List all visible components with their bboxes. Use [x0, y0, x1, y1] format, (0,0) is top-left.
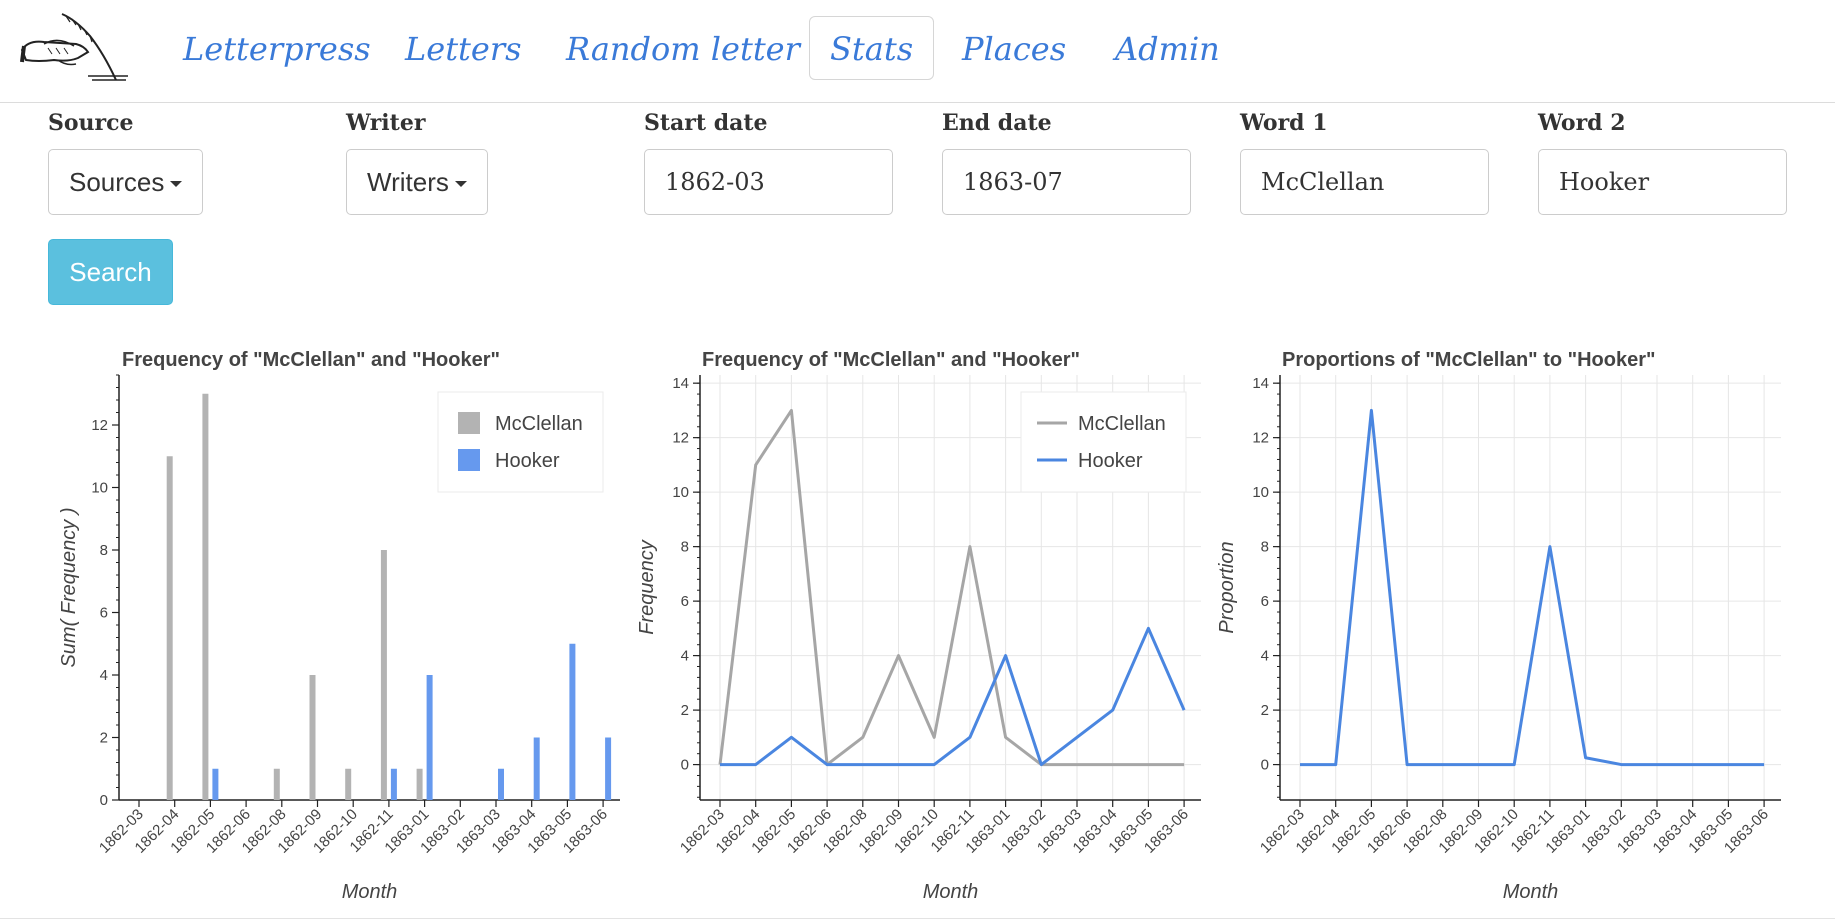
chart-title: Frequency of "McClellan" and "Hooker"	[122, 349, 500, 371]
source-dropdown-value: Sources	[69, 167, 165, 197]
bar-mcclellan	[202, 393, 209, 800]
y-tick-label: 8	[681, 539, 689, 556]
start-date-input[interactable]	[644, 149, 893, 215]
y-axis-label: Frequency	[636, 539, 658, 634]
word2-label: Word 2	[1538, 110, 1626, 136]
bar-chart-frequency: Frequency of "McClellan" and "Hooker" 0 2 4…	[58, 349, 620, 903]
source-dropdown[interactable]: Sources	[48, 149, 204, 215]
bar-hooker	[569, 643, 576, 800]
nav-item-places[interactable]: Places	[941, 16, 1087, 80]
line-chart-proportion: Proportions of "McClellan" to "Hooker" 0 2…	[1216, 349, 1781, 903]
y-tick-label: 12	[672, 430, 689, 447]
nav-item-letterpress[interactable]: Letterpress	[162, 16, 392, 80]
hand-writing-quill-icon[interactable]	[18, 10, 130, 86]
writer-label: Writer	[346, 110, 426, 136]
writer-dropdown[interactable]: Writers	[346, 149, 488, 215]
nav-item-random-letter[interactable]: Random letter	[545, 16, 821, 80]
y-tick-label: 6	[100, 605, 108, 622]
nav-item-stats[interactable]: Stats	[809, 16, 935, 80]
y-tick-label: 0	[1261, 757, 1269, 774]
y-tick-label: 6	[1261, 593, 1269, 610]
bar-hooker	[533, 737, 540, 800]
bar-hooker	[605, 737, 612, 800]
word1-input[interactable]	[1240, 149, 1489, 215]
y-tick-label: 12	[91, 417, 108, 434]
source-label: Source	[48, 110, 134, 136]
y-tick-label: 8	[100, 542, 108, 559]
y-tick-label: 10	[91, 480, 108, 497]
start-date-label: Start date	[644, 110, 768, 136]
y-tick-label: 2	[1261, 702, 1269, 719]
end-date-input[interactable]	[942, 149, 1191, 215]
bar-mcclellan	[166, 456, 173, 800]
y-tick-label: 4	[100, 667, 108, 684]
bottom-divider	[0, 918, 1835, 919]
search-button[interactable]: Search	[48, 239, 173, 305]
legend-entry: McClellan	[495, 413, 583, 435]
end-date-label: End date	[942, 110, 1052, 136]
bar-mcclellan	[345, 768, 352, 800]
legend-entry: Hooker	[495, 450, 560, 472]
y-tick-label: 12	[1252, 430, 1269, 447]
line-proportion	[1300, 408, 1765, 767]
legend-swatch	[458, 412, 480, 434]
nav-item-letters[interactable]: Letters	[384, 16, 543, 80]
y-tick-label: 4	[1261, 648, 1269, 665]
caret-down-icon	[454, 181, 467, 188]
word2-input[interactable]	[1538, 149, 1787, 215]
x-axis-label: Month	[923, 881, 979, 903]
line-chart-frequency: Frequency of "McClellan" and "Hooker" 0 2 4…	[636, 349, 1201, 903]
legend-box	[437, 391, 604, 493]
y-axis-label: Proportion	[1216, 541, 1238, 633]
navbar: Letterpress Letters Random letter Stats …	[0, 0, 1835, 103]
y-tick-label: 2	[100, 730, 108, 747]
y-tick-label: 10	[1252, 484, 1269, 501]
y-tick-label: 0	[681, 757, 689, 774]
y-tick-label: 8	[1261, 539, 1269, 556]
y-axis-label: Sum( Frequency )	[58, 507, 80, 667]
legend-box	[1020, 391, 1187, 493]
chart-title: Frequency of "McClellan" and "Hooker"	[702, 349, 1080, 371]
y-tick-label: 4	[681, 648, 689, 665]
x-axis-label: Month	[342, 881, 398, 903]
bar-hooker	[212, 768, 219, 800]
legend-entry: Hooker	[1078, 450, 1143, 472]
y-tick-label: 10	[672, 484, 689, 501]
bar-mcclellan	[309, 675, 316, 800]
bar-hooker	[426, 675, 433, 800]
bar-mcclellan	[380, 550, 387, 800]
bar-hooker	[390, 768, 397, 800]
bar-mcclellan	[273, 768, 280, 800]
y-tick-label: 0	[100, 792, 108, 809]
x-axis-label: Month	[1503, 881, 1559, 903]
y-tick-label: 6	[681, 593, 689, 610]
word1-label: Word 1	[1240, 110, 1328, 136]
chart-title: Proportions of "McClellan" to "Hooker"	[1282, 349, 1656, 371]
y-tick-label: 2	[681, 702, 689, 719]
nav-item-admin[interactable]: Admin	[1094, 16, 1241, 80]
legend-entry: McClellan	[1078, 413, 1166, 435]
bar-hooker	[498, 768, 504, 800]
writer-dropdown-value: Writers	[367, 167, 449, 197]
legend-swatch	[458, 449, 480, 471]
y-tick-label: 14	[1252, 375, 1269, 392]
bar-mcclellan	[416, 768, 423, 800]
caret-down-icon	[170, 181, 183, 188]
y-tick-label: 14	[672, 375, 689, 392]
